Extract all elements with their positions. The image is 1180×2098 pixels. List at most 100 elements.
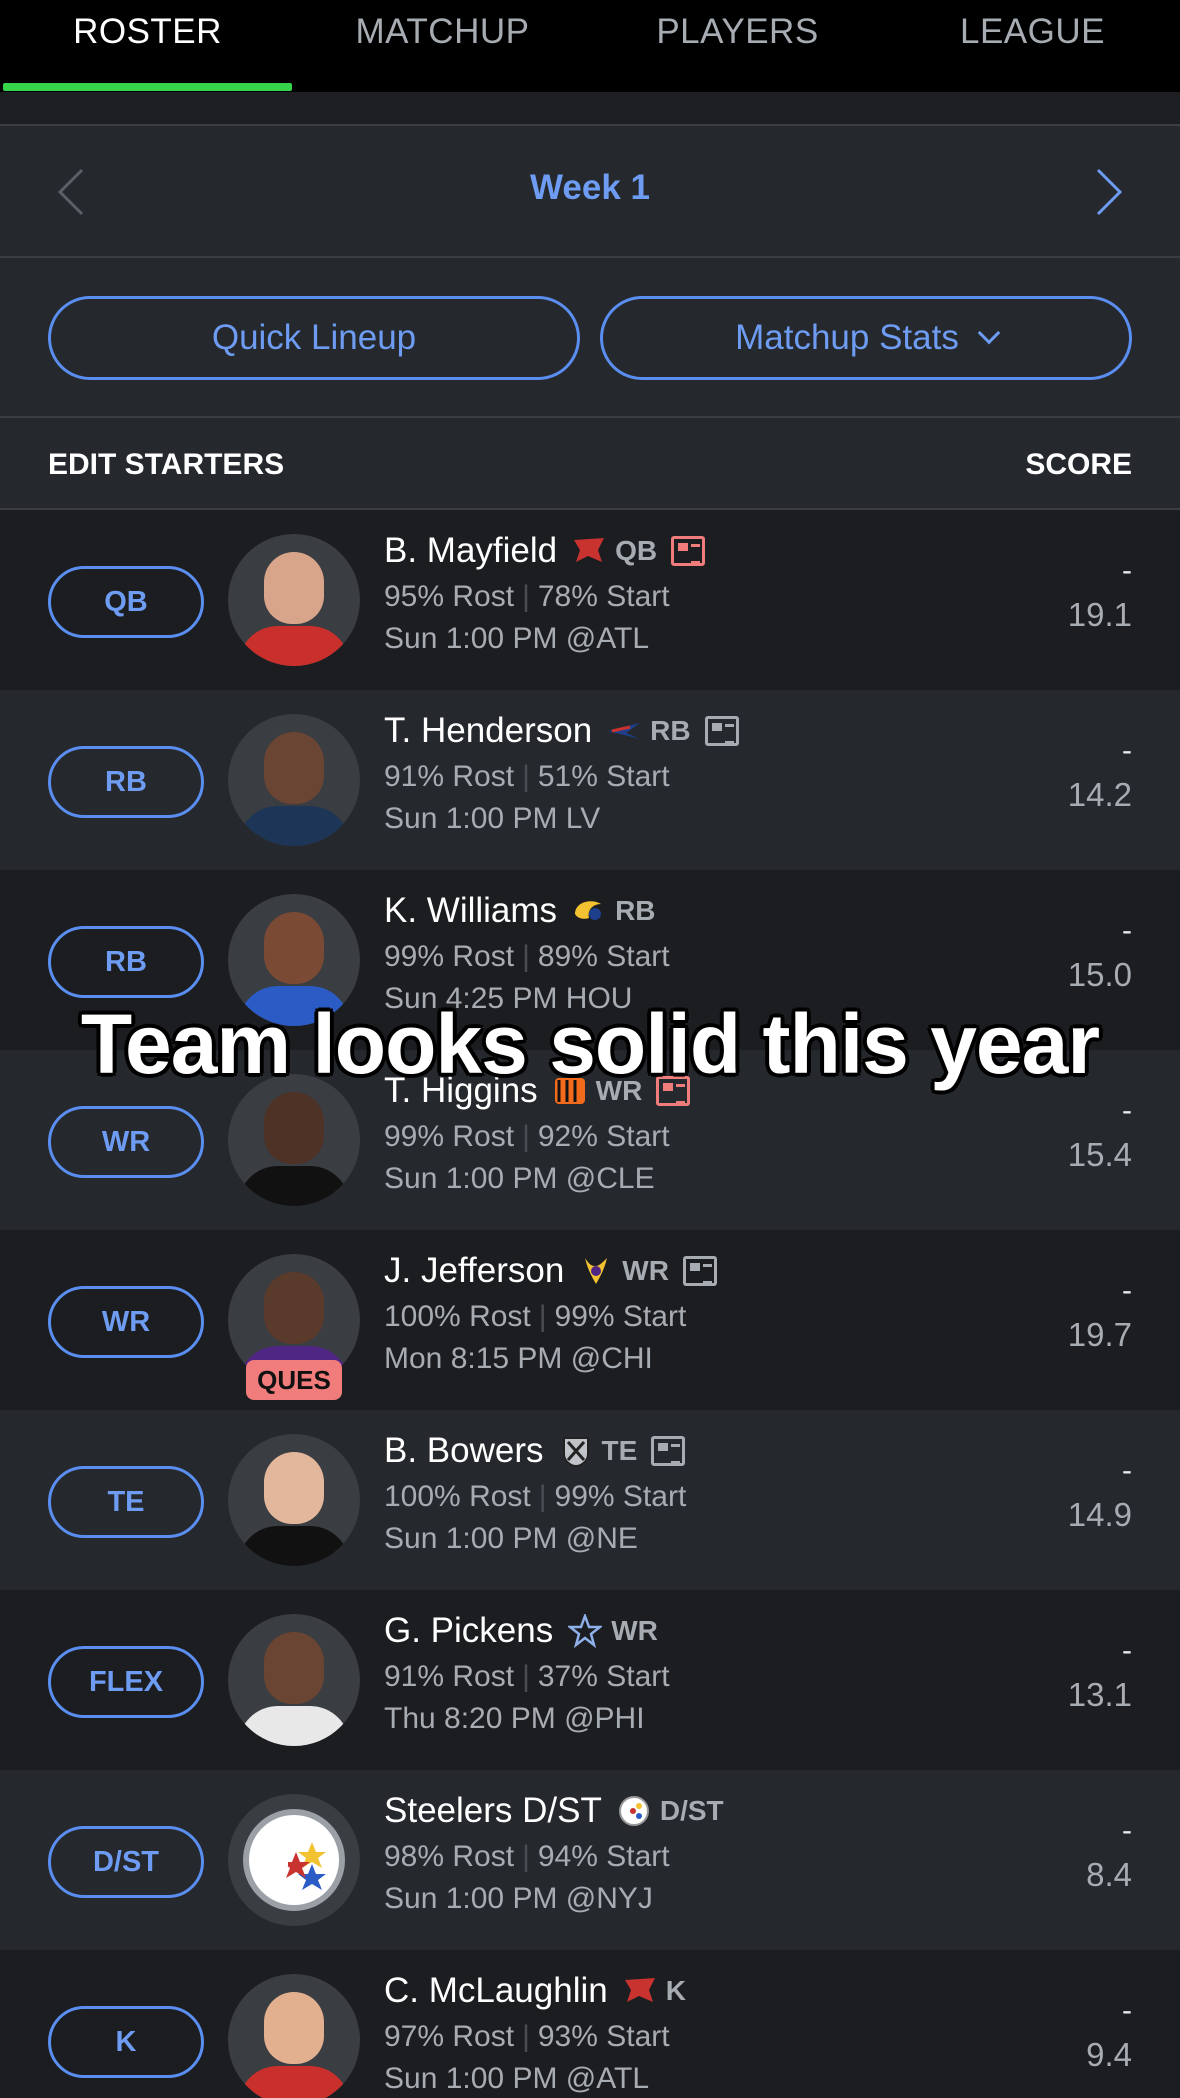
- game-info: Sun 1:00 PM @ATL: [384, 2062, 650, 2095]
- actual-score: -: [1122, 1274, 1132, 1307]
- projected-score: 8.4: [1086, 1856, 1132, 1893]
- roster-stats: 95% Rost | 78% Start: [384, 580, 670, 613]
- player-name-line: J. Jefferson WR: [384, 1246, 717, 1296]
- game-info: Mon 8:15 PM @CHI: [384, 1342, 653, 1375]
- tab-league[interactable]: LEAGUE: [885, 0, 1180, 92]
- roster-stats: 91% Rost | 37% Start: [384, 1660, 670, 1693]
- player-name[interactable]: K. Williams: [384, 891, 557, 931]
- buccaneers-logo-icon: [622, 1973, 658, 2009]
- player-name-line: Steelers D/ST D/ST: [384, 1786, 724, 1836]
- steelers-logo-icon: [243, 1809, 345, 1911]
- roster-row[interactable]: RB T. Henderson RB 91% Rost | 51% Start Su…: [0, 690, 1180, 870]
- avatar[interactable]: [228, 1614, 360, 1746]
- game-info: Sun 1:00 PM @NYJ: [384, 1882, 653, 1915]
- tab-players[interactable]: PLAYERS: [590, 0, 885, 92]
- roster-row[interactable]: WR QUES J. Jefferson WR 100% Rost | 99% St…: [0, 1230, 1180, 1410]
- projected-score: 13.1: [1067, 1676, 1132, 1713]
- score-column-label: SCORE: [1025, 448, 1132, 481]
- actual-score: -: [1122, 554, 1132, 587]
- player-name-line: G. Pickens WR: [384, 1606, 658, 1656]
- news-icon[interactable]: [651, 1436, 686, 1466]
- player-name[interactable]: C. McLaughlin: [384, 1971, 608, 2011]
- rams-logo-icon: [571, 893, 607, 929]
- injury-status-badge: QUES: [246, 1360, 342, 1400]
- roster-row[interactable]: D/ST Steelers D/ST D/ST 98% Rost | 94% Sta…: [0, 1770, 1180, 1950]
- quick-lineup-button[interactable]: Quick Lineup: [48, 296, 580, 380]
- position-label: RB: [650, 715, 691, 746]
- game-info: Thu 8:20 PM @PHI: [384, 1702, 645, 1735]
- edit-starters-label[interactable]: EDIT STARTERS: [48, 448, 284, 482]
- patriots-logo-icon: [606, 713, 642, 749]
- news-icon[interactable]: [704, 716, 739, 746]
- player-name[interactable]: G. Pickens: [384, 1611, 553, 1651]
- action-bar: Quick Lineup Matchup Stats: [0, 258, 1180, 418]
- roster-stats: 98% Rost | 94% Start: [384, 1840, 670, 1873]
- slot-button[interactable]: TE: [48, 1466, 204, 1538]
- roster-stats: 97% Rost | 93% Start: [384, 2020, 670, 2053]
- avatar[interactable]: [228, 1974, 360, 2098]
- steelers-logo-icon: [616, 1793, 652, 1829]
- position-label: K: [665, 1975, 686, 2006]
- avatar[interactable]: [228, 1434, 360, 1566]
- player-name-line: K. Williams RB: [384, 886, 656, 936]
- projected-score: 9.4: [1086, 2036, 1132, 2073]
- tab-matchup[interactable]: MATCHUP: [295, 0, 590, 92]
- slot-button[interactable]: WR: [48, 1106, 204, 1178]
- chevron-down-icon: [977, 321, 1001, 345]
- roster-row[interactable]: QB B. Mayfield QB 95% Rost | 78% Start Sun…: [0, 510, 1180, 690]
- slot-button[interactable]: RB: [48, 746, 204, 818]
- actual-score: -: [1122, 1994, 1132, 2027]
- player-name-line: B. Bowers TE: [384, 1426, 686, 1476]
- slot-button[interactable]: WR: [48, 1286, 204, 1358]
- matchup-stats-label: Matchup Stats: [735, 318, 959, 357]
- cowboys-star-icon: [567, 1613, 603, 1649]
- player-name[interactable]: B. Mayfield: [384, 531, 557, 571]
- projected-score: 14.9: [1067, 1496, 1132, 1533]
- projected-score: 15.0: [1067, 956, 1132, 993]
- position-label: TE: [601, 1435, 638, 1466]
- game-info: Sun 1:00 PM @NE: [384, 1522, 638, 1555]
- chevron-right-icon[interactable]: [1076, 162, 1136, 222]
- actual-score: -: [1122, 1814, 1132, 1847]
- player-name[interactable]: J. Jefferson: [384, 1251, 564, 1291]
- roster-list: QB B. Mayfield QB 95% Rost | 78% Start Sun…: [0, 510, 1180, 2098]
- avatar[interactable]: [228, 1794, 360, 1926]
- projected-score: 19.7: [1067, 1316, 1132, 1353]
- player-name[interactable]: Steelers D/ST: [384, 1791, 602, 1831]
- roster-row[interactable]: FLEX G. Pickens WR 91% Rost | 37% Start Th…: [0, 1590, 1180, 1770]
- roster-row[interactable]: TE B. Bowers TE 100% Rost | 99% Start Sun …: [0, 1410, 1180, 1590]
- actual-score: -: [1122, 1634, 1132, 1667]
- player-name[interactable]: T. Henderson: [384, 711, 592, 751]
- slot-button[interactable]: RB: [48, 926, 204, 998]
- avatar[interactable]: [228, 1074, 360, 1206]
- starters-header: EDIT STARTERS SCORE: [0, 418, 1180, 510]
- news-icon[interactable]: [671, 536, 706, 566]
- slot-button[interactable]: FLEX: [48, 1646, 204, 1718]
- avatar[interactable]: [228, 714, 360, 846]
- top-tab-bar: ROSTER MATCHUP PLAYERS LEAGUE: [0, 0, 1180, 92]
- avatar[interactable]: [228, 534, 360, 666]
- roster-stats: 99% Rost | 89% Start: [384, 940, 670, 973]
- game-info: Sun 1:00 PM LV: [384, 802, 601, 835]
- slot-button[interactable]: QB: [48, 566, 204, 638]
- slot-button[interactable]: K: [48, 2006, 204, 2078]
- news-icon[interactable]: [682, 1256, 717, 1286]
- projected-score: 19.1: [1067, 596, 1132, 633]
- projected-score: 14.2: [1067, 776, 1132, 813]
- player-name[interactable]: B. Bowers: [384, 1431, 544, 1471]
- matchup-stats-button[interactable]: Matchup Stats: [600, 296, 1132, 380]
- actual-score: -: [1122, 1454, 1132, 1487]
- actual-score: -: [1122, 734, 1132, 767]
- player-name-line: T. Henderson RB: [384, 706, 739, 756]
- roster-row[interactable]: K C. McLaughlin K 97% Rost | 93% Start Sun…: [0, 1950, 1180, 2098]
- buccaneers-logo-icon: [571, 533, 607, 569]
- roster-stats: 99% Rost | 92% Start: [384, 1120, 670, 1153]
- divider: [0, 92, 1180, 126]
- tab-roster[interactable]: ROSTER: [0, 0, 295, 92]
- slot-button[interactable]: D/ST: [48, 1826, 204, 1898]
- actual-score: -: [1122, 1094, 1132, 1127]
- week-selector: Week 1: [0, 126, 1180, 258]
- game-info: Sun 1:00 PM @ATL: [384, 622, 650, 655]
- roster-stats: 100% Rost | 99% Start: [384, 1480, 687, 1513]
- position-label: D/ST: [659, 1795, 724, 1826]
